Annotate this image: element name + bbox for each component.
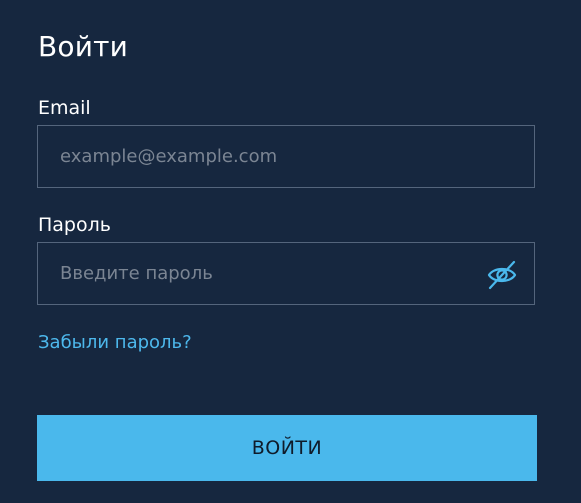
password-input[interactable] xyxy=(38,243,534,304)
forgot-password-link[interactable]: Забыли пароль? xyxy=(38,331,192,355)
eye-slash-icon[interactable] xyxy=(486,260,518,290)
login-form: Войти Email Пароль Забыли пароль? ВОЙТИ xyxy=(0,0,581,503)
email-input[interactable] xyxy=(38,126,534,187)
page-title: Войти xyxy=(38,30,129,63)
email-field-container xyxy=(37,125,535,188)
password-field-container xyxy=(37,242,535,305)
login-button[interactable]: ВОЙТИ xyxy=(37,415,537,481)
password-label: Пароль xyxy=(38,214,111,236)
email-label: Email xyxy=(38,97,91,119)
